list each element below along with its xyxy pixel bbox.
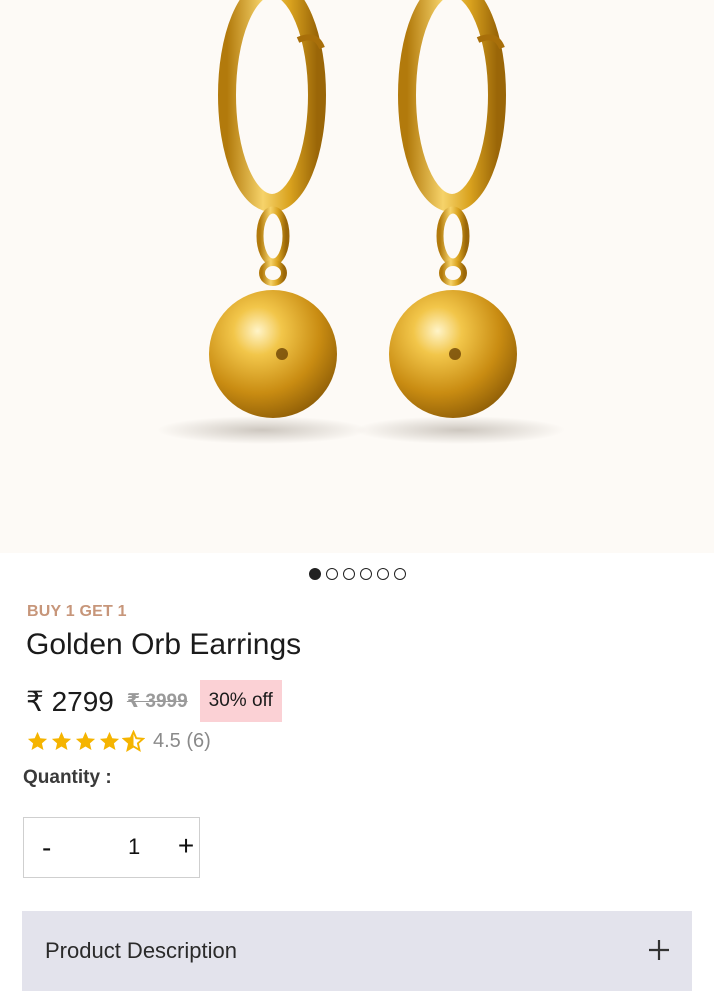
increment-button[interactable]: + (178, 830, 194, 862)
star-half-icon (122, 729, 145, 752)
star-full-icon (75, 731, 96, 750)
sale-price: ₹ 2799 (26, 685, 114, 717)
product-description-accordion[interactable]: Product Description (22, 911, 692, 991)
rating-row[interactable]: 4.5 (6) (26, 728, 211, 754)
plus-icon (649, 940, 669, 960)
product-title: Golden Orb Earrings (26, 628, 302, 661)
carousel-dot-2[interactable] (325, 568, 338, 580)
original-price: ₹ 3999 (126, 690, 188, 712)
quantity-value[interactable]: 1 (128, 834, 140, 860)
rating-summary: 4.5 (6) (153, 729, 211, 752)
rating-stars (26, 729, 145, 753)
quantity-stepper: - 1 + (23, 817, 200, 878)
star-full-icon (51, 731, 72, 750)
promo-label: BUY 1 GET 1 (27, 603, 127, 620)
product-image[interactable] (0, 0, 714, 553)
carousel-dot-4[interactable] (359, 568, 372, 580)
price-row: ₹ 2799 ₹ 3999 30% off (26, 680, 282, 722)
discount-badge: 30% off (199, 680, 282, 722)
carousel-dot-1[interactable] (308, 568, 321, 580)
decrement-button[interactable]: - (42, 832, 51, 864)
product-page: BUY 1 GET 1 Golden Orb Earrings ₹ 2799 ₹… (0, 0, 714, 1000)
star-full-icon (99, 731, 120, 750)
star-full-icon (27, 731, 48, 750)
quantity-label: Quantity : (23, 767, 112, 788)
carousel-dot-3[interactable] (342, 568, 355, 580)
image-carousel-dots (0, 568, 714, 580)
carousel-dot-5[interactable] (376, 568, 389, 580)
carousel-dot-6[interactable] (393, 568, 406, 580)
earrings-image (157, 0, 565, 444)
accordion-label: Product Description (45, 938, 237, 963)
